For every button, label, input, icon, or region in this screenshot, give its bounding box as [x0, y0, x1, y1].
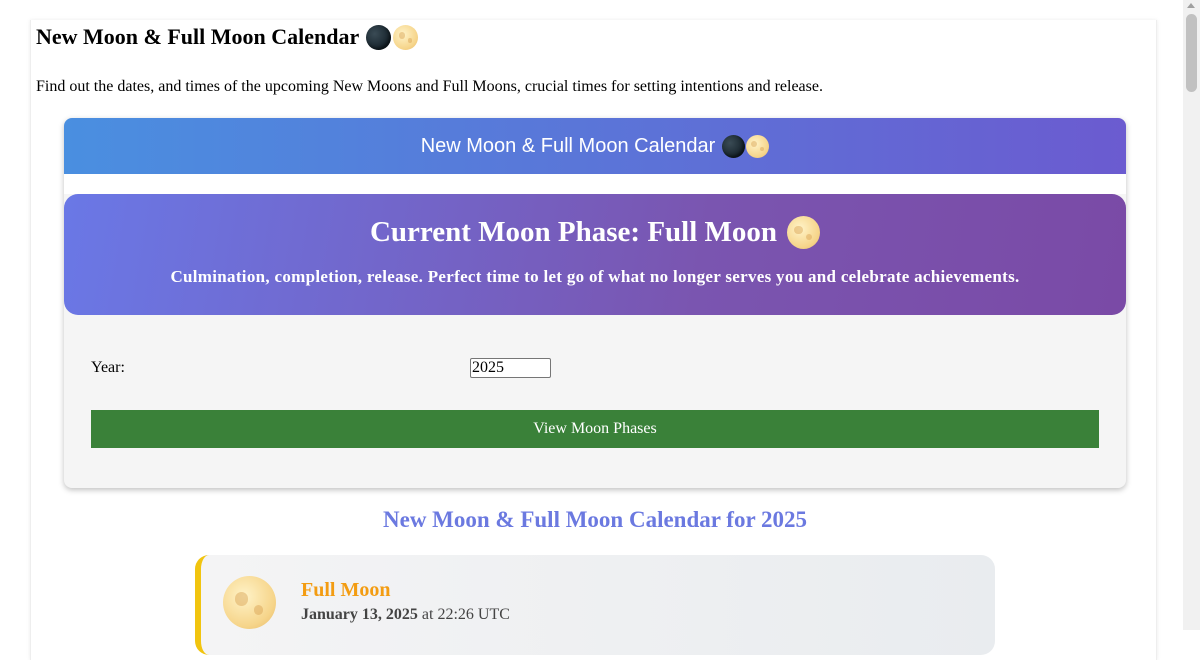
year-input[interactable]: 2025 [470, 358, 551, 378]
current-phase-title-text: Current Moon Phase: Full Moon [369, 216, 778, 248]
event-title: Full Moon [301, 579, 391, 601]
widget-header-text: New Moon & Full Moon Calendar [420, 134, 716, 157]
full-moon-icon [746, 134, 770, 158]
current-phase-card: Current Moon Phase: Full Moon Culminatio… [64, 194, 1126, 315]
new-moon-icon [722, 134, 746, 158]
widget-gap [64, 174, 1126, 194]
moon-calendar-widget: New Moon & Full Moon Calendar Current Mo… [64, 118, 1126, 488]
current-phase-description: Culmination, completion, release. Perfec… [170, 267, 1020, 286]
new-moon-icon [366, 24, 392, 50]
current-phase-title: Current Moon Phase: Full Moon [64, 216, 1126, 249]
vertical-scrollbar[interactable] [1183, 0, 1200, 630]
event-time: at 22:26 UTC [421, 606, 510, 623]
calendar-heading: New Moon & Full Moon Calendar for 2025 [383, 507, 807, 532]
event-date: January 13, 2025 [301, 606, 418, 623]
page-title: New Moon & Full Moon Calendar [36, 24, 419, 50]
moon-event-card: Full Moon January 13, 2025 at 22:26 UTC [195, 555, 995, 655]
widget-header: New Moon & Full Moon Calendar [64, 118, 1126, 174]
scroll-up-icon[interactable] [1187, 3, 1195, 8]
page-title-text: New Moon & Full Moon Calendar [36, 24, 360, 49]
event-datetime: January 13, 2025 at 22:26 UTC [301, 606, 510, 624]
full-moon-icon [223, 576, 276, 629]
view-moon-phases-button[interactable]: View Moon Phases [91, 410, 1099, 448]
page-intro: Find out the dates, and times of the upc… [36, 78, 823, 95]
full-moon-icon [393, 24, 419, 50]
scrollbar-thumb[interactable] [1186, 14, 1197, 92]
full-moon-icon [787, 216, 821, 249]
year-label: Year: [91, 359, 125, 376]
